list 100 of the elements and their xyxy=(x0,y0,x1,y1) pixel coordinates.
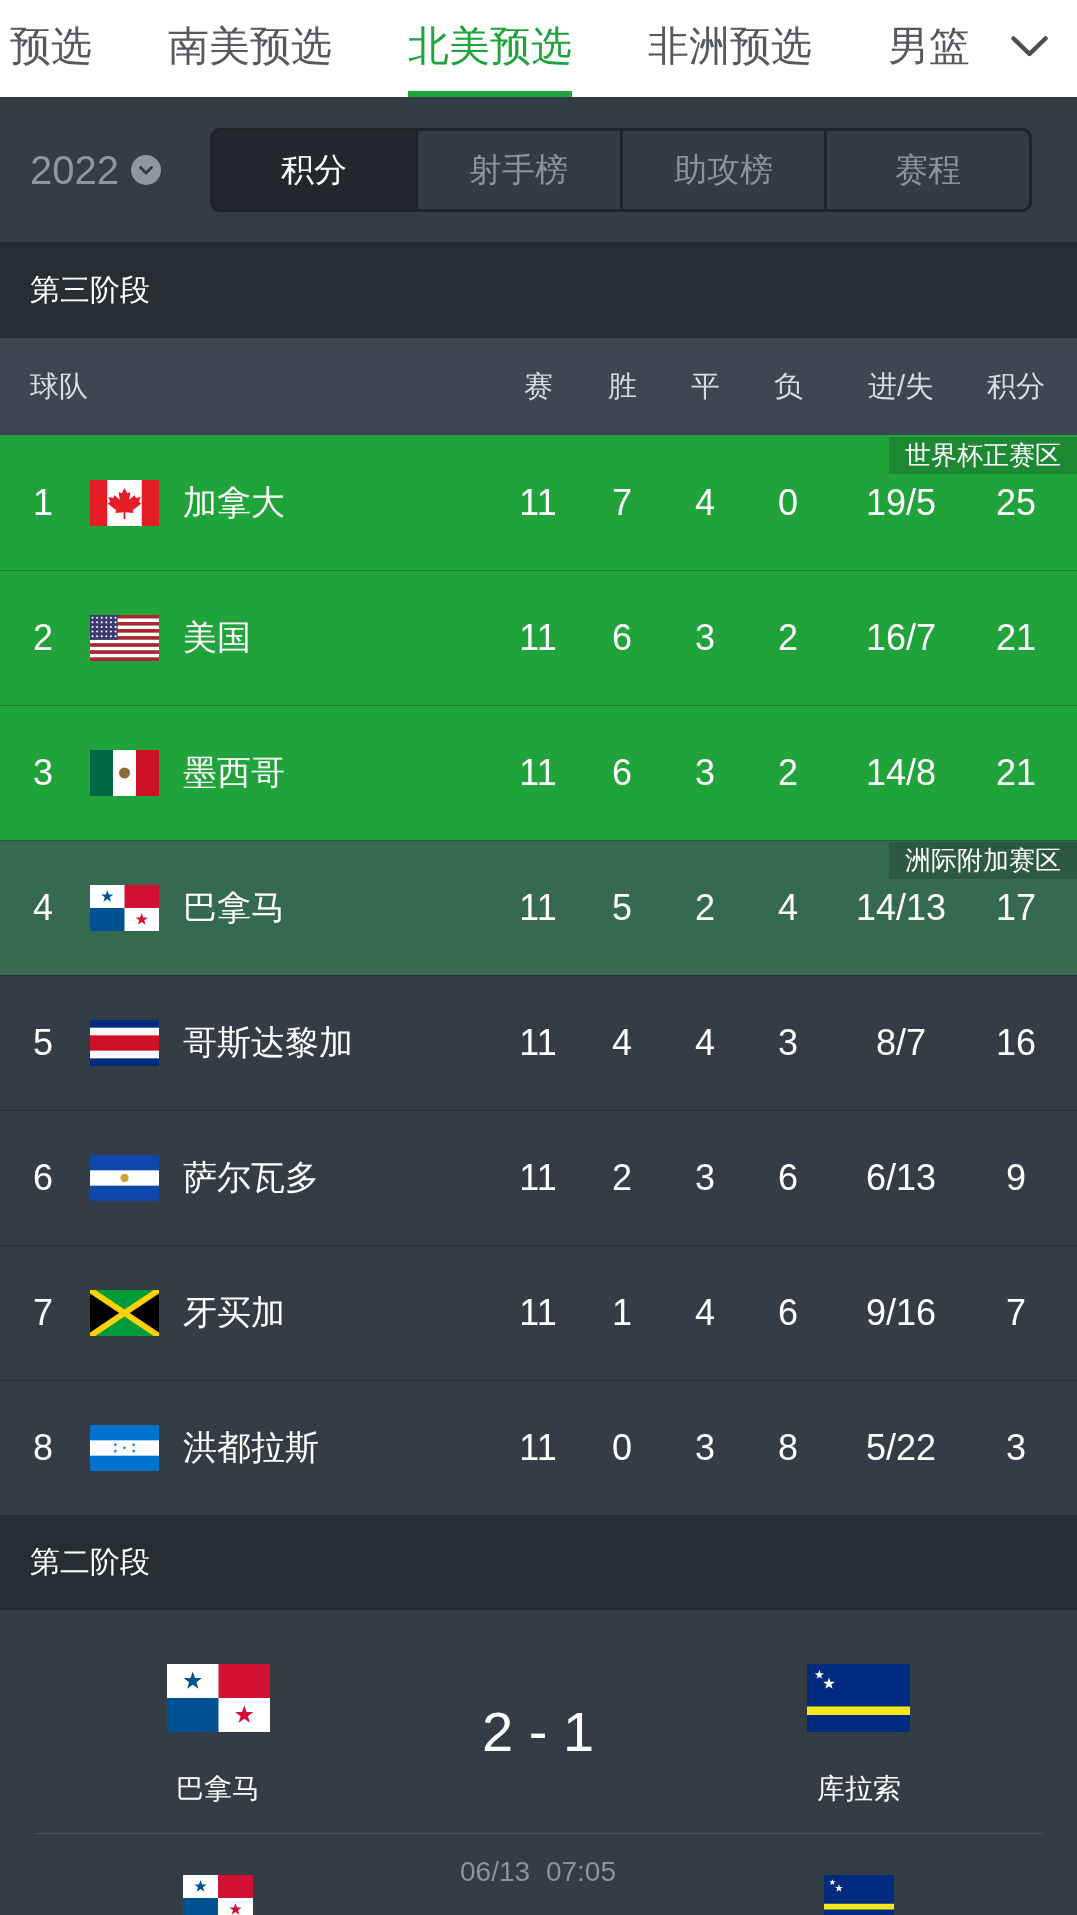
team-name: 墨西哥 xyxy=(183,752,286,793)
rank-number: 1 xyxy=(32,482,54,524)
rank-number: 4 xyxy=(32,887,54,929)
draws: 3 xyxy=(694,752,716,794)
goal-ratio: 8/7 xyxy=(874,1022,927,1064)
points: 9 xyxy=(1005,1157,1027,1199)
draws: 4 xyxy=(694,1292,716,1334)
draws: 4 xyxy=(694,1022,716,1064)
united-states-flag-icon xyxy=(90,615,159,661)
column-header: 积分 xyxy=(986,368,1046,404)
canada-flag-icon xyxy=(90,480,159,526)
league-tab[interactable]: 南美预选 xyxy=(168,0,332,97)
column-header: 进/失 xyxy=(866,368,936,404)
jamaica-flag-icon xyxy=(90,1290,159,1336)
column-header: 赛 xyxy=(522,368,554,404)
wins: 2 xyxy=(611,1157,633,1199)
league-tab[interactable]: 男篮 xyxy=(888,0,970,97)
el-salvador-flag-icon xyxy=(90,1155,159,1201)
draws: 2 xyxy=(694,887,716,929)
matches-played: 11 xyxy=(518,1022,558,1064)
points: 7 xyxy=(1005,1292,1027,1334)
rank-number: 5 xyxy=(32,1022,54,1064)
wins: 0 xyxy=(611,1427,633,1469)
losses: 2 xyxy=(777,617,799,659)
matches-played: 11 xyxy=(518,752,558,794)
chevron-down-circle-icon xyxy=(131,154,161,185)
season-selector[interactable]: 2022 xyxy=(30,149,161,190)
standings-row[interactable]: 1 加拿大 11 7 4 0 19/5 25 世界杯正赛区 xyxy=(0,435,1077,570)
column-header: 胜 xyxy=(606,368,638,404)
matches-played: 11 xyxy=(518,1292,558,1334)
goal-ratio: 5/22 xyxy=(864,1427,938,1469)
draws: 4 xyxy=(694,482,716,524)
rank-number: 8 xyxy=(32,1427,54,1469)
standings-row[interactable]: 4 巴拿马 11 5 2 4 14/13 17 洲际附加赛区 xyxy=(0,840,1077,975)
matches-played: 11 xyxy=(518,1157,558,1199)
panama-flag-icon xyxy=(166,1664,270,1732)
column-header: 平 xyxy=(689,368,721,404)
wins: 4 xyxy=(611,1022,633,1064)
section-header: 第二阶段 xyxy=(0,1515,1077,1610)
wins: 5 xyxy=(611,887,633,929)
panama-flag-icon xyxy=(183,1875,253,1915)
honduras-flag-icon xyxy=(90,1425,159,1471)
zone-label: 洲际附加赛区 xyxy=(889,842,1077,879)
draws: 3 xyxy=(694,1427,716,1469)
team-name: 巴拿马 xyxy=(176,1772,260,1806)
costa-rica-flag-icon xyxy=(90,1020,159,1066)
wins: 6 xyxy=(611,617,633,659)
curacao-flag-icon xyxy=(823,1875,894,1915)
match-datetime: 06/13 07:05 xyxy=(460,1856,616,1888)
match-score: 2 - 1 xyxy=(481,1699,595,1764)
team-name: 美国 xyxy=(183,617,252,658)
panama-flag-icon xyxy=(90,885,159,931)
points: 21 xyxy=(994,752,1037,794)
goal-ratio: 9/16 xyxy=(864,1292,938,1334)
team-name: 牙买加 xyxy=(183,1292,286,1333)
chevron-down-icon[interactable] xyxy=(1011,36,1048,57)
goal-ratio: 16/7 xyxy=(864,617,938,659)
section-header: 第三阶段 xyxy=(0,242,1077,338)
team-name: 哥斯达黎加 xyxy=(183,1022,354,1063)
wins: 1 xyxy=(611,1292,633,1334)
rank-number: 2 xyxy=(32,617,54,659)
points: 17 xyxy=(994,887,1037,929)
goal-ratio: 19/5 xyxy=(864,482,938,524)
column-header: 球队 xyxy=(30,368,88,404)
view-tab[interactable]: 赛程 xyxy=(827,130,1029,209)
losses: 2 xyxy=(777,752,799,794)
league-tab[interactable]: 非洲预选 xyxy=(648,0,812,97)
rank-number: 3 xyxy=(32,752,54,794)
losses: 0 xyxy=(777,482,799,524)
points: 21 xyxy=(994,617,1037,659)
points: 16 xyxy=(994,1022,1037,1064)
wins: 7 xyxy=(611,482,633,524)
league-tab[interactable]: 预选 xyxy=(10,0,92,97)
team-name: 库拉索 xyxy=(816,1772,901,1806)
goal-ratio: 6/13 xyxy=(864,1157,938,1199)
team-name: 洪都拉斯 xyxy=(183,1427,320,1468)
losses: 3 xyxy=(777,1022,799,1064)
team-name: 巴拿马 xyxy=(183,887,286,928)
matches-played: 11 xyxy=(518,1427,558,1469)
losses: 4 xyxy=(777,887,799,929)
rank-number: 7 xyxy=(32,1292,54,1334)
goal-ratio: 14/8 xyxy=(864,752,938,794)
draws: 3 xyxy=(694,1157,716,1199)
points: 25 xyxy=(994,482,1037,524)
mexico-flag-icon xyxy=(90,750,159,796)
view-tab[interactable]: 积分 xyxy=(213,130,415,209)
points: 3 xyxy=(1005,1427,1027,1469)
view-tab[interactable]: 助攻榜 xyxy=(622,130,825,209)
matches-played: 11 xyxy=(518,482,558,524)
losses: 6 xyxy=(777,1157,799,1199)
goal-ratio: 14/13 xyxy=(854,887,948,929)
losses: 6 xyxy=(777,1292,799,1334)
view-tab[interactable]: 射手榜 xyxy=(417,130,620,209)
rank-number: 6 xyxy=(32,1157,54,1199)
draws: 3 xyxy=(694,617,716,659)
losses: 8 xyxy=(777,1427,799,1469)
curacao-flag-icon xyxy=(807,1664,910,1732)
team-name: 萨尔瓦多 xyxy=(183,1157,320,1198)
column-header: 负 xyxy=(772,368,804,404)
zone-label: 世界杯正赛区 xyxy=(889,437,1077,474)
